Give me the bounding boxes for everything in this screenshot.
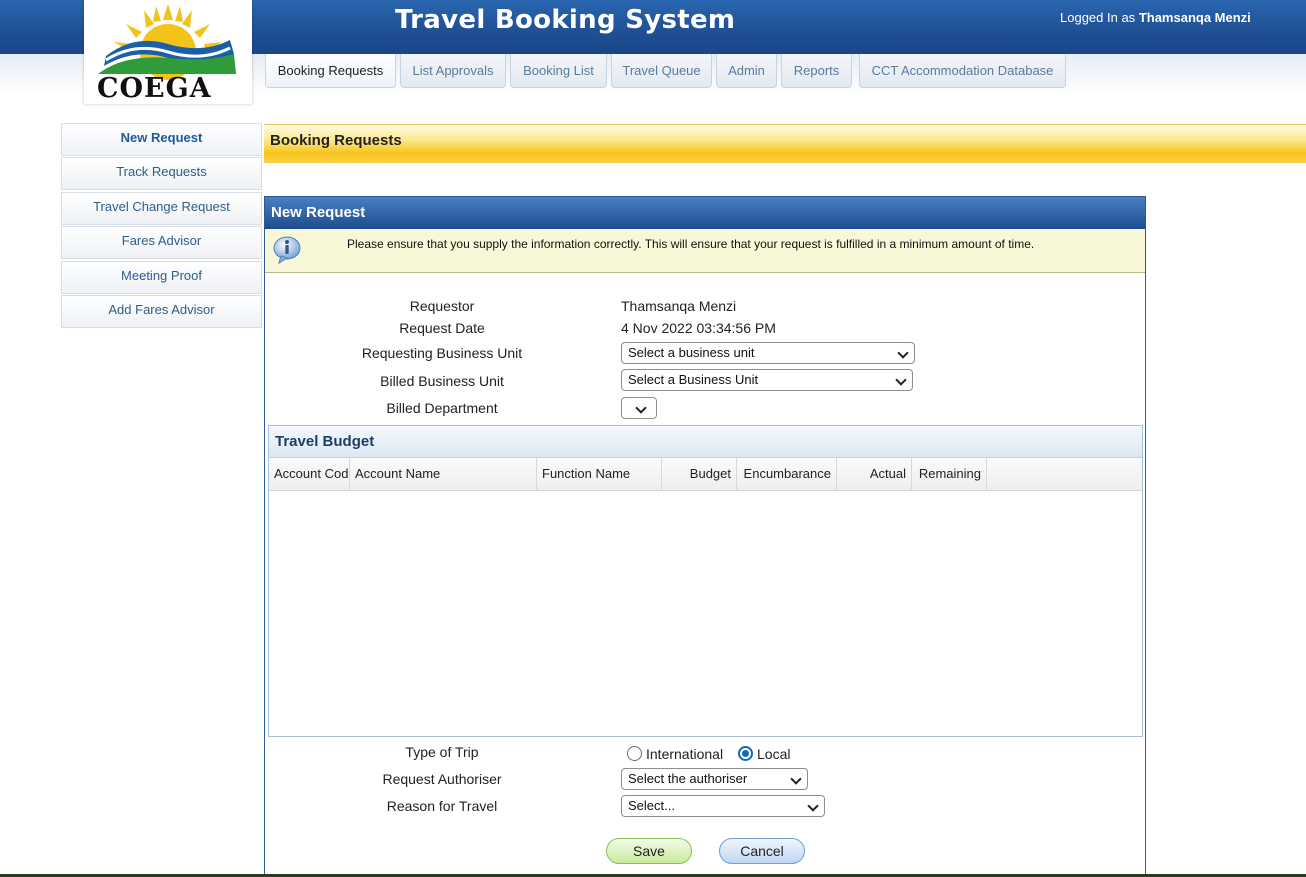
tab-travel-queue[interactable]: Travel Queue — [611, 54, 712, 88]
tab-admin[interactable]: Admin — [716, 54, 777, 88]
col-remaining[interactable]: Remaining — [912, 458, 987, 490]
reason-for-travel-value: Select... — [628, 798, 675, 813]
request-authoriser-label: Request Authoriser — [382, 771, 502, 787]
request-authoriser-value: Select the authoriser — [628, 771, 748, 786]
trip-local-label[interactable]: Local — [757, 746, 790, 762]
page-title: Booking Requests — [270, 132, 402, 149]
trip-type-label: Type of Trip — [405, 744, 479, 760]
tab-list-approvals[interactable]: List Approvals — [400, 54, 506, 88]
new-request-panel: New Request Please ensure that you suppl… — [264, 196, 1146, 877]
save-button[interactable]: Save — [606, 838, 692, 864]
logo-sun-icon — [98, 4, 236, 80]
requesting-business-unit-label: Requesting Business Unit — [361, 345, 523, 361]
col-account-name[interactable]: Account Name — [350, 458, 537, 490]
col-actual[interactable]: Actual — [837, 458, 912, 490]
info-message-text: Please ensure that you supply the inform… — [347, 237, 1035, 251]
reason-for-travel-label: Reason for Travel — [386, 798, 498, 814]
requesting-business-unit-select[interactable]: Select a business unit — [621, 342, 915, 364]
billed-business-unit-value: Select a Business Unit — [628, 372, 759, 387]
chevron-down-icon — [897, 347, 909, 359]
page-title-bar: Booking Requests — [264, 124, 1306, 163]
sidebar-item-travel-change-request[interactable]: Travel Change Request — [61, 192, 262, 225]
panel-title: New Request — [265, 197, 1145, 229]
sidebar-item-meeting-proof[interactable]: Meeting Proof — [61, 261, 262, 294]
sidebar-item-add-fares-advisor[interactable]: Add Fares Advisor — [61, 295, 262, 328]
chevron-down-icon — [790, 773, 802, 785]
billed-business-unit-select[interactable]: Select a Business Unit — [621, 369, 913, 391]
billed-business-unit-label: Billed Business Unit — [380, 373, 504, 389]
trip-international-label[interactable]: International — [646, 746, 723, 762]
chevron-down-icon — [895, 374, 907, 386]
travel-budget-title: Travel Budget — [269, 426, 1142, 458]
sidebar-item-track-requests[interactable]: Track Requests — [61, 157, 262, 190]
reason-for-travel-select[interactable]: Select... — [621, 795, 825, 817]
col-budget[interactable]: Budget — [662, 458, 737, 490]
info-message-box: Please ensure that you supply the inform… — [265, 229, 1145, 273]
info-icon — [273, 236, 301, 264]
billed-department-select[interactable] — [621, 397, 657, 419]
tab-reports[interactable]: Reports — [781, 54, 852, 88]
travel-budget-header-row: Account Code Account Name Function Name … — [269, 458, 1142, 491]
logged-in-prefix: Logged In as — [1060, 10, 1136, 25]
billed-department-label: Billed Department — [386, 400, 498, 416]
sidebar-item-fares-advisor[interactable]: Fares Advisor — [61, 226, 262, 259]
requesting-business-unit-value: Select a business unit — [628, 345, 755, 360]
tab-cct-accommodation-database[interactable]: CCT Accommodation Database — [859, 54, 1066, 88]
tab-booking-list[interactable]: Booking List — [510, 54, 607, 88]
request-date-label: Request Date — [399, 320, 485, 336]
requestor-value: Thamsanqa Menzi — [621, 298, 737, 314]
logged-in-status: Logged In as Thamsanqa Menzi — [1060, 10, 1251, 25]
col-encumbarance[interactable]: Encumbarance — [737, 458, 837, 490]
coega-logo[interactable]: COEGA — [84, 0, 252, 104]
app-title: Travel Booking System — [395, 5, 736, 35]
cancel-button[interactable]: Cancel — [719, 838, 805, 864]
chevron-down-icon — [635, 402, 647, 414]
sidebar-item-new-request[interactable]: New Request — [61, 123, 262, 156]
request-date-value: 4 Nov 2022 03:34:56 PM — [621, 320, 776, 336]
logo-text: COEGA — [97, 73, 212, 104]
chevron-down-icon — [807, 800, 819, 812]
trip-local-radio[interactable] — [738, 746, 753, 761]
requestor-label: Requestor — [409, 298, 475, 314]
logged-in-user: Thamsanqa Menzi — [1138, 10, 1251, 25]
request-authoriser-select[interactable]: Select the authoriser — [621, 768, 808, 790]
col-account-code[interactable]: Account Code — [269, 458, 350, 490]
trip-international-radio[interactable] — [627, 746, 642, 761]
travel-budget-grid: Travel Budget Account Code Account Name … — [268, 425, 1143, 737]
col-function-name[interactable]: Function Name — [537, 458, 662, 490]
tab-booking-requests[interactable]: Booking Requests — [265, 54, 396, 88]
